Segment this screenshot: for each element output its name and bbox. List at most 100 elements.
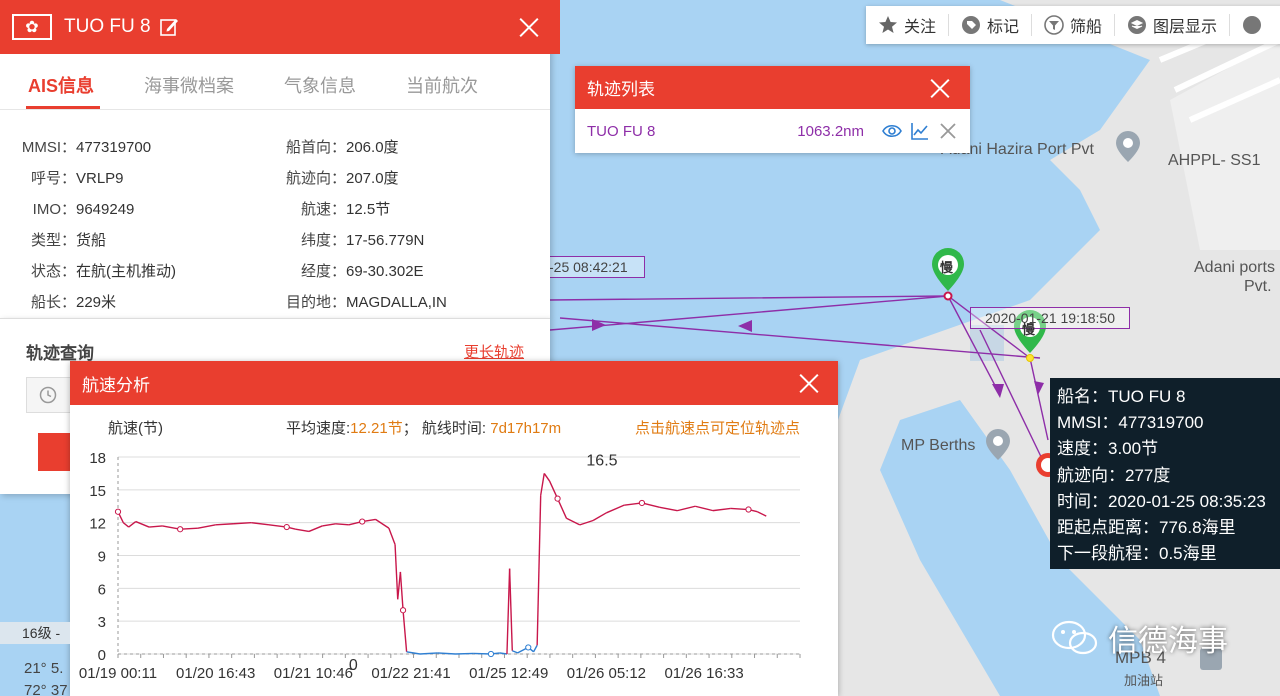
field-key: 纬度： <box>300 232 346 249</box>
follow-button[interactable]: 关注 <box>866 14 950 36</box>
speed-line-segment <box>394 544 399 600</box>
map-label-ahppl: AHPPL- SS1 <box>1168 152 1261 169</box>
field-mmsi: MMSI：477319700 <box>18 136 151 157</box>
speed-point <box>487 650 495 658</box>
field-key: 船首向： <box>285 139 346 156</box>
clock-icon <box>39 386 57 404</box>
field-value: 206.0度 <box>346 139 399 156</box>
speed-line-segment <box>388 527 396 545</box>
map-label-pvt: Pvt. <box>1244 278 1272 295</box>
mark-button[interactable]: 标记 <box>949 14 1033 36</box>
layers-button[interactable]: 图层显示 <box>1115 14 1231 36</box>
flag-glyph: ✿ <box>25 19 39 36</box>
speed-analysis-panel: 航速分析 航速(节) 平均速度:12.21节； 航线时间: 7d17h17m 点… <box>70 361 838 696</box>
tab-current-voyage[interactable]: 当前航次 <box>406 54 478 109</box>
field-speed: 航速：12.5节 <box>266 198 390 219</box>
popup-next-leg: 下一段航程：0.5海里 <box>1057 544 1217 564</box>
tab-ais-info[interactable]: AIS信息 <box>25 54 101 109</box>
track-list-row[interactable]: TUO FU 8 1063.2nm <box>575 109 970 153</box>
filter-ships-label: 筛船 <box>1070 19 1103 36</box>
star-icon <box>879 16 897 33</box>
ais-info-grid: MMSI：477319700 呼号：VRLP9 IMO：9649249 类型：货… <box>0 110 550 316</box>
track-ship-name: TUO FU 8 <box>587 122 656 140</box>
field-length: 船长：229米 <box>18 291 116 312</box>
speed-line-segment <box>606 504 625 514</box>
more-tool-button[interactable] <box>1230 14 1274 36</box>
speed-line-segment <box>677 505 696 512</box>
slow-marker-text-2: 慢 <box>1022 322 1036 337</box>
edit-icon[interactable] <box>159 17 179 37</box>
slow-marker-text-1: 慢 <box>940 260 954 275</box>
field-key: 目的地： <box>285 294 346 311</box>
speed-line-segment <box>335 523 349 526</box>
eye-icon[interactable] <box>882 121 902 141</box>
speed-line-segment <box>455 652 474 655</box>
filter-ships-button[interactable]: 筛船 <box>1032 14 1116 36</box>
x-tick-label: 01/26 05:12 <box>567 665 646 682</box>
speed-line-segment <box>215 523 234 526</box>
field-latitude: 纬度：17-56.779N <box>266 229 424 250</box>
tab-maritime-profile[interactable]: 海事微档案 <box>144 54 234 109</box>
track-list-header: 轨迹列表 <box>575 66 970 109</box>
field-longitude: 经度：69-30.302E <box>266 260 424 281</box>
ship-panel-header: ✿ TUO FU 8 <box>0 0 560 54</box>
field-value: 货船 <box>76 232 107 249</box>
speed-chart-icon[interactable] <box>910 121 930 141</box>
speed-line-segment <box>532 644 538 653</box>
mark-label: 标记 <box>987 19 1020 36</box>
field-key: 航迹向： <box>285 170 346 187</box>
map-label-mp-berths: MP Berths <box>901 437 976 454</box>
layers-label: 图层显示 <box>1153 19 1218 36</box>
track-list-panel: 轨迹列表 TUO FU 8 1063.2nm <box>575 66 970 153</box>
y-tick-label: 3 <box>98 614 106 631</box>
speed-point <box>554 495 561 502</box>
speed-line-segment <box>659 506 678 512</box>
speed-point <box>359 518 366 525</box>
popup-time: 时间：2020-01-25 08:35:23 <box>1057 491 1266 511</box>
ship-name-title: TUO FU 8 <box>64 16 151 37</box>
field-destination: 目的地：MAGDALLA,IN <box>266 291 447 312</box>
speed-panel-title: 航速分析 <box>82 375 150 395</box>
y-tick-label: 0 <box>98 647 106 664</box>
field-key: 船长： <box>30 294 76 311</box>
data-annotation: 0 <box>349 657 358 674</box>
speed-summary-bar: 航速(节) 平均速度:12.21节； 航线时间: 7d17h17m 点击航速点可… <box>70 405 838 437</box>
field-heading: 船首向：206.0度 <box>266 136 399 157</box>
map-label-gas-station: 加油站 <box>1124 673 1164 688</box>
x-tick-label: 01/25 12:49 <box>469 665 548 682</box>
coord-lon: 72° 37 <box>24 682 68 696</box>
speed-line-segment <box>592 512 607 522</box>
speed-point <box>745 506 752 513</box>
speed-chart[interactable]: 0 3 6 9 12 15 18 01/19 00:11 01/20 16:43 01/21 10… <box>70 435 838 696</box>
follow-label: 关注 <box>904 19 937 36</box>
close-track-list-icon[interactable] <box>929 77 951 99</box>
speed-line-segment <box>322 523 336 527</box>
popup-speed: 速度：3.00节 <box>1057 439 1159 459</box>
more-tool-icon <box>1243 16 1262 34</box>
popup-distance-from-start: 距起点距离：776.8海里 <box>1057 518 1236 538</box>
speed-line-segment <box>375 518 390 529</box>
ship-tabs: AIS信息 海事微档案 气象信息 当前航次 <box>0 54 550 110</box>
speed-line-segment <box>399 571 404 611</box>
speed-line-segment <box>536 495 542 646</box>
field-key: 呼号： <box>30 170 76 187</box>
close-speed-panel-icon[interactable] <box>798 372 820 394</box>
longer-track-link[interactable]: 更长轨迹 <box>464 341 524 362</box>
speed-line-segment <box>540 473 545 496</box>
field-value: 229米 <box>76 294 117 311</box>
x-tick-label: 01/26 16:33 <box>664 665 743 682</box>
tab-weather-info[interactable]: 气象信息 <box>284 54 356 109</box>
watermark: 信德海事 <box>1050 616 1228 660</box>
track-distance: 1063.2nm <box>797 122 864 140</box>
x-tick-label: 01/20 16:43 <box>176 665 255 682</box>
coord-lat: 21° 5. <box>24 660 64 677</box>
field-value: 477319700 <box>76 139 152 156</box>
field-key: 经度： <box>300 263 346 280</box>
filter-icon <box>1044 15 1064 35</box>
close-ship-panel-icon[interactable] <box>518 16 540 38</box>
x-tick-label: 01/21 10:46 <box>274 665 353 682</box>
speed-line-segment <box>757 511 767 517</box>
field-value: 17-56.779N <box>346 232 425 249</box>
remove-track-icon[interactable] <box>938 121 958 141</box>
speed-line-segment <box>512 650 518 654</box>
